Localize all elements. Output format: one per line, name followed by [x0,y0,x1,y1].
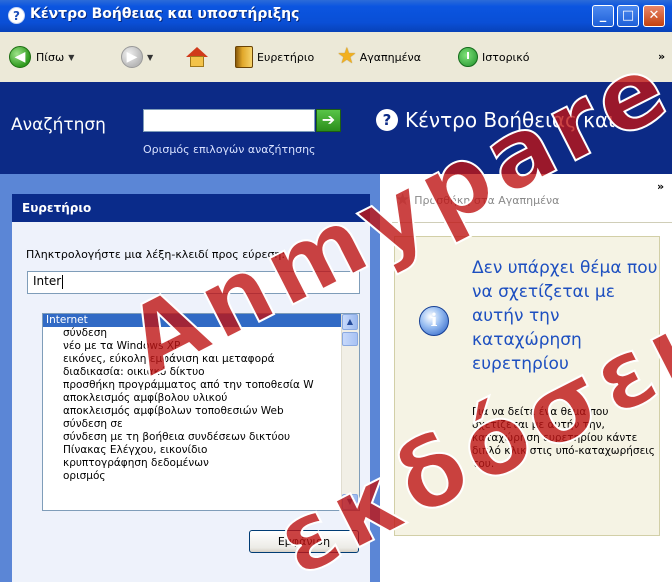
list-item[interactable]: προσθήκη προγράμματος από την τοποθεσία … [43,379,343,392]
history-icon [458,47,478,67]
forward-arrow-icon: ▶ [121,46,143,68]
list-item[interactable]: σύνδεση [43,327,343,340]
history-label: Ιστορικό [482,50,530,64]
home-button[interactable] [185,46,209,68]
search-input[interactable] [143,109,315,132]
book-icon [235,46,253,68]
close-icon: ✕ [648,8,660,23]
list-item[interactable]: αποκλεισμός αμφίβολων τοποθεσιών Web [43,405,343,418]
list-item[interactable]: σύνδεση σε [43,418,343,431]
right-more-chevron[interactable]: » [657,180,664,193]
list-item[interactable]: Internet [43,314,343,327]
star-icon: ★ [337,44,357,69]
history-button[interactable]: Ιστορικό [458,46,530,68]
index-list-rows: Internet σύνδεση νέο με τα Windows XP εικόν… [43,314,343,483]
list-item[interactable]: σύνδεση με τη βοήθεια συνδέσεων δικτύου [43,431,343,444]
scroll-thumb[interactable] [342,332,358,346]
index-prompt: Πληκτρολογήστε μια λέξη-κλειδί προς εύρε… [26,248,286,261]
keyword-value: Inter [33,274,62,288]
header-title-group: ? Κέντρο Βοήθειας και [376,108,615,132]
add-to-favorites-button[interactable]: ★ Προσθήκη στα Αγαπημένα [395,190,559,210]
maximize-button[interactable]: □ [617,5,639,27]
toolbar-more-chevron[interactable]: » [658,50,665,63]
scroll-up-icon[interactable]: ▲ [342,314,358,330]
keyword-input[interactable]: Inter [27,271,360,294]
home-icon [185,46,209,68]
forward-dropdown-icon[interactable]: ▼ [147,53,153,62]
close-button[interactable]: ✕ [643,5,665,27]
minimize-button[interactable]: _ [592,5,614,27]
info-title: Δεν υπάρχει θέμα που να σχετίζεται με αυ… [472,258,658,374]
info-text: Για να δείτε ένα θέμα που σχετίζεται με … [472,406,655,470]
back-dropdown-icon[interactable]: ▼ [68,53,74,62]
text-caret [62,274,64,289]
search-go-button[interactable]: ➔ [316,109,341,132]
help-question-icon: ? [376,109,398,131]
back-arrow-icon: ◀ [9,46,31,68]
favorites-label: Αγαπημένα [359,50,421,64]
list-item[interactable]: ορισμός [43,470,343,483]
list-item[interactable]: εικόνες, εύκολη εμφάνιση και μεταφορά [43,353,343,366]
window-title: Κέντρο Βοήθειας και υποστήριξης [30,6,300,22]
header-title: Κέντρο Βοήθειας και [405,108,615,132]
index-list[interactable]: Internet σύνδεση νέο με τα Windows XP εικόν… [42,313,360,511]
list-scrollbar[interactable]: ▲ ▼ [341,314,359,510]
list-item[interactable]: διαδικασία: οικιακό δίκτυο [43,366,343,379]
minimize-icon: _ [599,8,607,23]
search-label: Αναζήτηση [11,115,106,135]
back-label: Πίσω [36,50,65,64]
index-button[interactable]: Ευρετήριο [235,46,314,68]
index-heading: Ευρετήριο [12,194,370,222]
index-label: Ευρετήριο [257,50,315,64]
divider [392,222,672,223]
search-options-link[interactable]: Ορισμός επιλογών αναζήτησης [143,143,316,156]
add-favorite-star-icon: ★ [395,190,411,210]
list-item[interactable]: νέο με τα Windows XP [43,340,343,353]
search-band: Αναζήτηση ➔ Ορισμός επιλογών αναζήτησης … [0,82,672,174]
list-item[interactable]: αποκλεισμός αμφίβολου υλικού [43,392,343,405]
toolbar: ◀ Πίσω ▼ ▶ ▼ Ευρετήριο ★ Αγαπημένα Ιστορ… [0,32,672,83]
title-bar[interactable]: ? Κέντρο Βοήθειας και υποστήριξης _ □ ✕ [0,0,672,32]
arrow-right-icon: ➔ [321,110,336,129]
show-button[interactable]: Εμφάνιση [249,530,359,553]
list-item[interactable]: Πίνακας Ελέγχου, εικονίδιο [43,444,343,457]
help-question-icon: ? [8,7,25,24]
info-icon: i [419,306,449,336]
back-button[interactable]: ◀ Πίσω ▼ [9,46,74,68]
add-favorites-label: Προσθήκη στα Αγαπημένα [414,193,560,207]
scroll-down-icon[interactable]: ▼ [342,494,358,510]
help-center-window: ? Κέντρο Βοήθειας και υποστήριξης _ □ ✕ … [0,0,672,582]
forward-button[interactable]: ▶ ▼ [121,46,153,68]
favorites-button[interactable]: ★ Αγαπημένα [337,46,421,68]
list-item[interactable]: κρυπτογράφηση δεδομένων [43,457,343,470]
maximize-icon: □ [621,8,635,23]
